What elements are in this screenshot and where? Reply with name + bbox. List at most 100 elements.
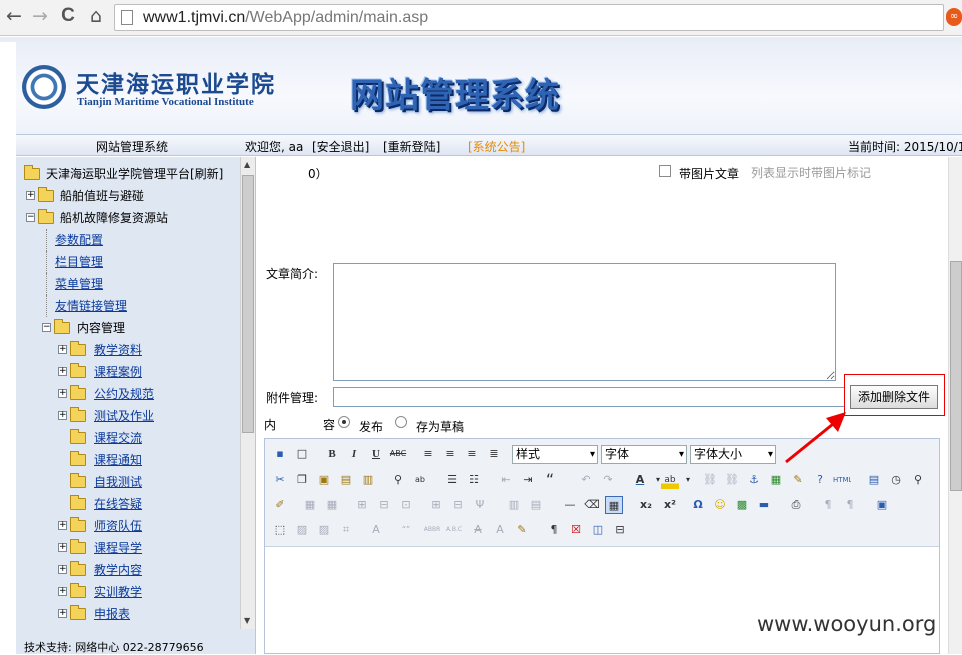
attributes-icon[interactable]: ✎: [513, 521, 531, 539]
strikethrough-icon[interactable]: ABC: [389, 445, 407, 463]
media-icon[interactable]: ▩: [733, 496, 751, 514]
find-icon[interactable]: ⚲: [389, 471, 407, 489]
date-icon[interactable]: ▤: [865, 471, 883, 489]
preview-icon[interactable]: ⚲: [909, 471, 927, 489]
caps-icon[interactable]: ABBR: [423, 521, 441, 539]
insert-text-icon[interactable]: A: [491, 521, 509, 539]
layer-back-icon[interactable]: ▨: [315, 521, 333, 539]
font-size-select[interactable]: 字体大小: [690, 445, 776, 464]
table-insert-icon[interactable]: ▦: [301, 496, 319, 514]
expand-icon[interactable]: +: [58, 345, 67, 354]
tree-item[interactable]: 菜单管理: [46, 273, 103, 295]
expand-icon[interactable]: +: [58, 389, 67, 398]
sidebar-scrollbar[interactable]: ▲ ▼: [240, 157, 255, 629]
tree-link[interactable]: 课程通知: [94, 449, 142, 471]
template-icon[interactable]: ◫: [589, 521, 607, 539]
font-color-icon[interactable]: A: [631, 471, 649, 489]
tree-item[interactable]: 栏目管理: [46, 251, 103, 273]
cut-icon[interactable]: ✂: [271, 471, 289, 489]
main-scrollbar[interactable]: [948, 157, 962, 654]
superscript-icon[interactable]: x²: [661, 496, 679, 514]
align-left-icon[interactable]: ≡: [419, 445, 437, 463]
forward-icon[interactable]: →: [28, 5, 52, 29]
ltr-icon[interactable]: ¶: [819, 496, 837, 514]
table-icon[interactable]: ▦: [605, 496, 623, 514]
delete-text-icon[interactable]: A: [469, 521, 487, 539]
underline-icon[interactable]: U: [367, 445, 385, 463]
italic-icon[interactable]: I: [345, 445, 363, 463]
attach-input[interactable]: [333, 387, 845, 407]
expand-icon[interactable]: +: [58, 543, 67, 552]
row-merge-icon[interactable]: ⊡: [397, 496, 415, 514]
emoticon-icon[interactable]: ☺: [711, 496, 729, 514]
visual-aid-icon[interactable]: ☒: [567, 521, 585, 539]
tree-link[interactable]: 课程导学: [94, 537, 142, 559]
paste-text-icon[interactable]: ▤: [337, 471, 355, 489]
eraser-icon[interactable]: ⌫: [583, 496, 601, 514]
tree-link[interactable]: 自我测试: [94, 471, 142, 493]
number-list-icon[interactable]: ☷: [465, 471, 483, 489]
replace-icon[interactable]: ab: [411, 471, 429, 489]
tree-item-label[interactable]: 内容管理: [77, 317, 125, 339]
time-icon[interactable]: ◷: [887, 471, 905, 489]
quote-icon[interactable]: “”: [397, 521, 415, 539]
tree-link[interactable]: 友情链接管理: [55, 299, 127, 313]
layer-front-icon[interactable]: ▨: [293, 521, 311, 539]
expand-icon[interactable]: +: [58, 367, 67, 376]
font-select[interactable]: 字体: [601, 445, 687, 464]
logout-link[interactable]: [安全退出]: [312, 138, 369, 155]
col-insert-icon[interactable]: ⊞: [427, 496, 445, 514]
redo-icon[interactable]: ↷: [599, 471, 617, 489]
tree-link[interactable]: 课程交流: [94, 427, 142, 449]
blockquote-icon[interactable]: “: [541, 471, 559, 489]
expand-icon[interactable]: +: [58, 609, 67, 618]
align-center-icon[interactable]: ≡: [441, 445, 459, 463]
unlink-icon[interactable]: ⛓: [723, 471, 741, 489]
intro-textarea[interactable]: [333, 263, 836, 381]
notice-link[interactable]: [系统公告]: [468, 138, 525, 155]
tree-item[interactable]: 参数配置: [46, 229, 103, 251]
row-insert-icon[interactable]: ⊞: [353, 496, 371, 514]
collapse-icon[interactable]: −: [26, 213, 35, 222]
tree-link[interactable]: 栏目管理: [55, 255, 103, 269]
main-scroll-thumb[interactable]: [950, 261, 962, 491]
tree-root-label[interactable]: 天津海运职业学院管理平台[刷新]: [46, 163, 223, 185]
special-char-icon[interactable]: Ω: [689, 496, 707, 514]
clean-format-icon[interactable]: ✎: [789, 471, 807, 489]
copy-icon[interactable]: ❐: [293, 471, 311, 489]
draft-radio[interactable]: [395, 416, 407, 428]
expand-icon[interactable]: +: [58, 521, 67, 530]
collapse-icon[interactable]: −: [42, 323, 51, 332]
tree-link[interactable]: 在线答疑: [94, 493, 142, 515]
publish-radio[interactable]: [338, 416, 350, 428]
tree-link[interactable]: 公约及规范: [94, 383, 154, 405]
highlight-icon[interactable]: ab: [661, 471, 679, 489]
expand-icon[interactable]: +: [58, 587, 67, 596]
extension-icon[interactable]: ∞: [946, 8, 962, 26]
rtl-icon[interactable]: ¶: [841, 496, 859, 514]
expand-icon[interactable]: +: [26, 191, 35, 200]
edit-icon[interactable]: ✐: [271, 496, 289, 514]
expand-icon[interactable]: +: [58, 411, 67, 420]
subscript-icon[interactable]: x₂: [637, 496, 655, 514]
show-blocks-icon[interactable]: ¶: [545, 521, 563, 539]
acronym-icon[interactable]: A.B.C: [445, 521, 463, 539]
print-icon[interactable]: ⎙: [787, 496, 805, 514]
reload-icon[interactable]: C: [56, 5, 80, 29]
back-icon[interactable]: ←: [2, 5, 26, 29]
tree-item[interactable]: 友情链接管理: [46, 295, 127, 317]
bullet-list-icon[interactable]: ☰: [443, 471, 461, 489]
tree-item-label[interactable]: 船舶值班与避碰: [60, 185, 144, 207]
relogin-link[interactable]: [重新登陆]: [383, 138, 440, 155]
tree-link[interactable]: 测试及作业: [94, 405, 154, 427]
cell-split-icon[interactable]: ▤: [527, 496, 545, 514]
anchor-icon[interactable]: ⚓: [745, 471, 763, 489]
crop-icon[interactable]: ⌗: [337, 521, 355, 539]
link-icon[interactable]: ⛓: [701, 471, 719, 489]
text-style-icon[interactable]: A: [367, 521, 385, 539]
table-props-icon[interactable]: ▦: [323, 496, 341, 514]
page-break-icon[interactable]: ⊟: [611, 521, 629, 539]
scroll-up-icon[interactable]: ▲: [244, 160, 250, 169]
col-delete-icon[interactable]: ⊟: [449, 496, 467, 514]
sidebar-scroll-thumb[interactable]: [242, 175, 254, 433]
